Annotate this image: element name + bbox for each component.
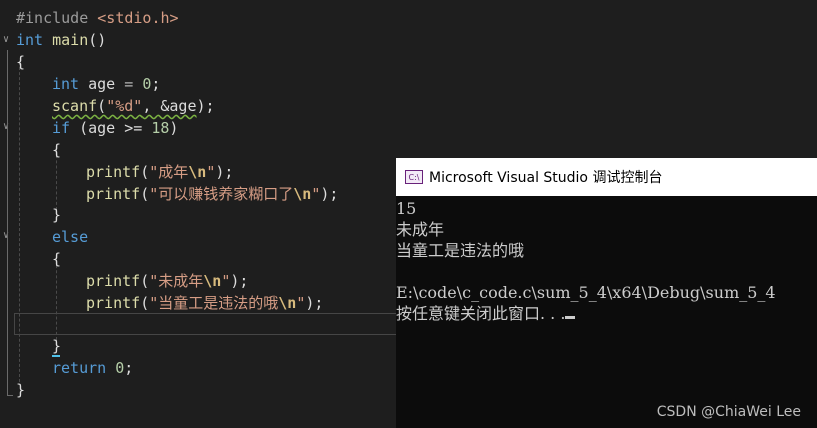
code-line-7: if (age >= 18) — [52, 119, 179, 137]
code-line-19: } — [16, 381, 26, 399]
code-line-11: } — [52, 206, 62, 224]
debug-console-window[interactable]: C:\ Microsoft Visual Studio 调试控制台 15 未成年… — [396, 158, 817, 428]
code-line-3: { — [16, 53, 26, 71]
code-line-15: printf("当童工是违法的哦\n"); — [86, 294, 324, 312]
code-line-17: } — [52, 337, 62, 355]
code-line-12: else — [52, 228, 89, 246]
console-line-4 — [396, 261, 817, 282]
fold-collapse-icon-else[interactable]: ∨ — [3, 231, 13, 241]
code-line-14: printf("未成年\n"); — [86, 272, 249, 290]
code-line-1: #include <stdio.h> — [16, 9, 179, 27]
current-line-highlight — [14, 313, 410, 335]
console-line-2: 未成年 — [396, 220, 445, 239]
vs-console-icon: C:\ — [405, 170, 423, 184]
console-line-1: 15 — [396, 199, 417, 218]
fold-collapse-icon-main[interactable]: ∨ — [3, 35, 13, 45]
outline-bar-else — [7, 246, 8, 356]
console-titlebar[interactable]: C:\ Microsoft Visual Studio 调试控制台 — [396, 158, 817, 196]
code-line-2: int main() — [16, 31, 107, 49]
outline-bar-if — [7, 137, 8, 225]
console-output[interactable]: 15 未成年 当童工是违法的哦 E:\code\c_code.c\sum_5_4… — [396, 198, 817, 324]
console-cursor — [565, 316, 576, 319]
console-line-5: E:\code\c_code.c\sum_5_4\x64\Debug\sum_5… — [396, 283, 776, 302]
brace-match-marker — [52, 355, 60, 357]
console-prompt-text: 按任意键关闭此窗口. . . — [396, 304, 566, 323]
code-line-6: scanf("%d", &age); — [52, 97, 215, 115]
code-line-5: int age = 0; — [52, 75, 161, 93]
code-line-10: printf("可以赚钱养家糊口了\n"); — [86, 185, 339, 203]
fold-collapse-icon-if[interactable]: ∨ — [3, 122, 13, 132]
console-line-6: 按任意键关闭此窗口. . . — [396, 303, 817, 324]
code-line-13: { — [52, 250, 62, 268]
console-title: Microsoft Visual Studio 调试控制台 — [429, 170, 663, 186]
code-line-18: return 0; — [52, 359, 134, 377]
code-line-8: { — [52, 141, 62, 159]
outline-end-main — [7, 395, 13, 396]
watermark: CSDN @ChiaWei Lee — [656, 404, 801, 420]
code-line-9: printf("成年\n"); — [86, 163, 234, 181]
console-line-3: 当童工是违法的哦 — [396, 241, 525, 260]
